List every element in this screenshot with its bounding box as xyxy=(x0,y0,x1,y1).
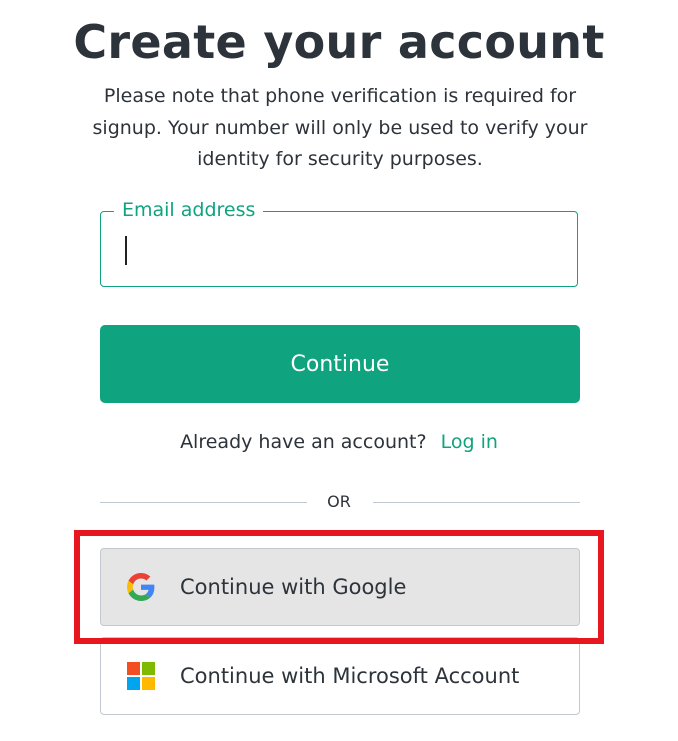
microsoft-button-label: Continue with Microsoft Account xyxy=(180,664,520,688)
continue-with-microsoft-button[interactable]: Continue with Microsoft Account xyxy=(100,637,580,715)
continue-button[interactable]: Continue xyxy=(100,325,580,403)
microsoft-icon-yellow-square xyxy=(142,677,155,690)
page-subtitle: Please note that phone verification is r… xyxy=(92,85,588,170)
microsoft-icon-red-square xyxy=(127,662,140,675)
login-link[interactable]: Log in xyxy=(441,431,498,453)
login-prompt-row: Already have an account? Log in xyxy=(0,428,678,456)
email-field-label: Email address xyxy=(114,197,264,223)
microsoft-icon xyxy=(126,661,156,691)
microsoft-icon-green-square xyxy=(142,662,155,675)
continue-button-label: Continue xyxy=(290,351,390,377)
signup-page: Create your account Please note that pho… xyxy=(0,0,678,741)
email-field[interactable]: Email address xyxy=(100,197,578,287)
microsoft-icon-blue-square xyxy=(127,677,140,690)
text-cursor xyxy=(125,236,127,265)
login-prompt-text: Already have an account? xyxy=(180,431,427,453)
page-title: Create your account xyxy=(73,15,605,69)
divider-or-text: OR xyxy=(327,492,351,511)
highlight-annotation-box xyxy=(74,530,604,644)
